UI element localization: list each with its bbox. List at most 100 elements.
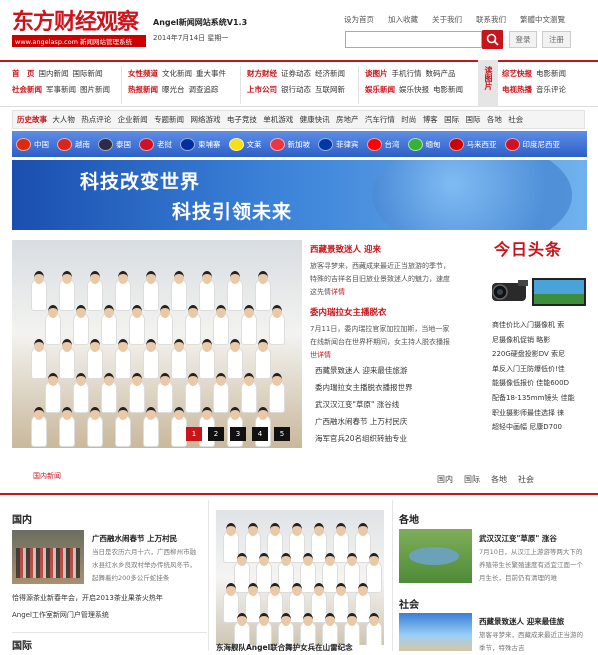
nav-item[interactable]: 经济新闻	[315, 69, 345, 78]
country-item[interactable]: 印度尼西亚	[504, 137, 560, 151]
topic-item[interactable]: 大人物	[52, 115, 75, 124]
set-homepage-link[interactable]: 设为首页	[344, 14, 374, 25]
topic-item[interactable]: 时尚	[401, 115, 416, 124]
slide-page-button[interactable]: 5	[274, 427, 290, 441]
topic-item[interactable]: 专题新闻	[154, 115, 184, 124]
center-headline-2[interactable]: 委内瑞拉女主播脱衣	[310, 306, 387, 318]
slide-page-button[interactable]: 1	[186, 427, 202, 441]
list-item[interactable]: 海军官兵20名组织转抽专业	[315, 430, 465, 447]
nav-head-finance[interactable]: 财方财经	[247, 69, 277, 78]
nav-item[interactable]: 手机行情	[392, 69, 422, 78]
topic-item[interactable]: 热点评论	[81, 115, 111, 124]
list-item[interactable]: 委内瑞拉女主播脱衣播报世界	[315, 379, 465, 396]
country-item[interactable]: 菲律宾	[318, 137, 359, 151]
slideshow-image[interactable]	[12, 240, 302, 448]
topic-item[interactable]: 健康快讯	[300, 115, 330, 124]
country-item[interactable]: 泰国	[98, 137, 131, 151]
nav-item[interactable]: 数码产品	[426, 69, 456, 78]
nav-head-variety[interactable]: 综艺快报	[502, 69, 532, 78]
country-item[interactable]: 台湾	[366, 137, 400, 151]
section-title-domestic[interactable]: 国内	[12, 511, 32, 526]
nav-item[interactable]: 重大事件	[196, 69, 226, 78]
nav-item[interactable]: 文化新闻	[162, 69, 192, 78]
nav-pictures-tab[interactable]: 读图片	[478, 60, 498, 107]
country-item[interactable]: 新加坡	[269, 137, 310, 151]
tab-international[interactable]: 国际	[464, 474, 480, 485]
topic-item[interactable]: 企业新闻	[118, 115, 148, 124]
traditional-chinese-link[interactable]: 繁體中文瀏覽	[520, 14, 565, 25]
nav-item[interactable]: 国内新闻	[39, 69, 69, 78]
center-photo-caption[interactable]: 东海舰队Angel联合舞护女兵在山雷纪念	[216, 642, 384, 653]
topic-item[interactable]: 社会	[508, 115, 523, 124]
nav-item[interactable]: 银行动态	[281, 85, 311, 94]
list-item[interactable]: 西藏景致迷人 迎来最佳旅游	[315, 362, 465, 379]
country-item[interactable]: 文莱	[228, 137, 262, 151]
topic-item[interactable]: 博客	[423, 115, 438, 124]
country-item[interactable]: 缅甸	[407, 137, 441, 151]
topic-item[interactable]: 单机游戏	[263, 115, 293, 124]
center-more-2[interactable]: 详情	[317, 351, 331, 359]
list-item[interactable]: 超轻中画幅 尼康D700	[492, 420, 590, 435]
topic-item[interactable]: 电子竞技	[227, 115, 257, 124]
society-headline[interactable]: 西藏景致迷人 迎来最佳旅	[479, 616, 564, 627]
nav-item[interactable]: 娱乐快报	[399, 85, 429, 94]
nav-item[interactable]: 调查追踪	[189, 85, 219, 94]
nav-item[interactable]: 电影新闻	[536, 69, 566, 78]
domestic-headline[interactable]: 广西融水闹春节 上万村民	[92, 533, 177, 544]
camera-ad-image[interactable]	[490, 272, 590, 308]
list-item[interactable]: 220G硬盘投影DV 索尼	[492, 347, 590, 362]
list-item[interactable]: 恰得源茶业新春年会，开启2013茶业果茶火热年	[12, 590, 207, 607]
list-item[interactable]: 尼摄像机促销 略影	[492, 333, 590, 348]
topic-head[interactable]: 历史故事	[17, 115, 47, 124]
local-headline[interactable]: 武汉汉江变"草原" 涨谷	[479, 533, 557, 544]
country-item[interactable]: 越南	[57, 137, 90, 151]
topic-item[interactable]: 各地	[487, 115, 502, 124]
local-news-link[interactable]: 国内新闻	[33, 471, 61, 481]
section-title-local[interactable]: 各地	[399, 511, 419, 526]
tab-society[interactable]: 社会	[518, 474, 534, 485]
slide-page-button[interactable]: 4	[252, 427, 268, 441]
center-more-1[interactable]: 详情	[331, 288, 345, 296]
society-thumb[interactable]	[399, 613, 472, 651]
list-item[interactable]: 商佳价比入门摄像机 索	[492, 318, 590, 333]
about-us-link[interactable]: 关于我们	[432, 14, 462, 25]
nav-head-hot[interactable]: 热报新闻	[128, 85, 158, 94]
nav-item[interactable]: 电影新闻	[433, 85, 463, 94]
nav-item[interactable]: 音乐评论	[536, 85, 566, 94]
nav-head-society[interactable]: 社会新闻	[12, 85, 42, 94]
topic-item[interactable]: 国际	[444, 115, 459, 124]
country-item[interactable]: 柬埔寨	[180, 137, 221, 151]
nav-head-entertainment[interactable]: 娱乐新闻	[365, 85, 395, 94]
list-item[interactable]: 武汉汉江变"草原" 涨谷线	[315, 396, 465, 413]
list-item[interactable]: 能摄像低报价 佳能600D	[492, 376, 590, 391]
slide-page-button[interactable]: 3	[230, 427, 246, 441]
list-item[interactable]: 配备18-135mm镜头 佳能	[492, 391, 590, 406]
section-title-society[interactable]: 社会	[399, 596, 419, 611]
topic-item[interactable]: 房地产	[336, 115, 359, 124]
topic-item[interactable]: 网络游戏	[190, 115, 220, 124]
nav-item[interactable]: 国际新闻	[73, 69, 103, 78]
list-item[interactable]: Angel工作室新网门户管理系统	[12, 607, 207, 624]
search-input[interactable]	[345, 31, 482, 48]
contact-us-link[interactable]: 联系我们	[476, 14, 506, 25]
site-logo[interactable]: 东方财经观察 www.angelasp.com 新闻网站管理系统	[12, 10, 146, 48]
nav-head-women[interactable]: 女性频道	[128, 69, 158, 78]
search-button[interactable]	[482, 30, 503, 49]
login-button[interactable]: 登录	[509, 31, 537, 48]
slide-page-button[interactable]: 2	[208, 427, 224, 441]
country-item[interactable]: 中国	[16, 137, 49, 151]
tab-domestic[interactable]: 国内	[437, 474, 453, 485]
nav-head-home[interactable]: 首 页	[12, 69, 35, 78]
nav-item[interactable]: 图片新闻	[80, 85, 110, 94]
country-item[interactable]: 马来西亚	[448, 137, 497, 151]
tab-regional[interactable]: 各地	[491, 474, 507, 485]
country-item[interactable]: 老挝	[139, 137, 172, 151]
local-thumb[interactable]	[399, 529, 472, 583]
add-favorite-link[interactable]: 加入收藏	[388, 14, 418, 25]
nav-item[interactable]: 证券动态	[281, 69, 311, 78]
center-headline-1[interactable]: 西藏景致迷人 迎来	[310, 243, 381, 255]
register-button[interactable]: 注册	[542, 31, 571, 48]
topic-item[interactable]: 汽车行情	[365, 115, 395, 124]
list-item[interactable]: 单反入门王防爆低价!佳	[492, 362, 590, 377]
nav-head-listed[interactable]: 上市公司	[247, 85, 277, 94]
